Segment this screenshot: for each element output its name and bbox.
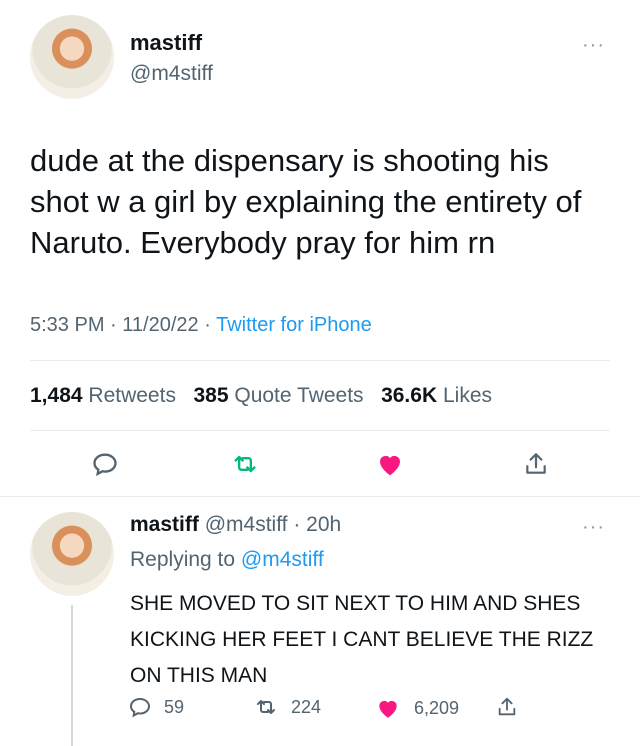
retweet-icon: [234, 455, 256, 473]
separator: ·: [110, 314, 117, 336]
likes-stat[interactable]: 36.6K Likes: [381, 384, 492, 407]
share-icon: [526, 453, 546, 474]
reply-reply-button[interactable]: 59: [128, 695, 184, 719]
divider: [30, 430, 610, 431]
like-count: 6,209: [414, 697, 460, 718]
tweet-text: dude at the dispensary is shooting his s…: [30, 143, 582, 260]
retweet-count: 224: [291, 696, 322, 717]
reply-more-options-icon[interactable]: ···: [582, 517, 605, 537]
more-options-icon[interactable]: ···: [582, 35, 605, 55]
quotes-stat[interactable]: 385 Quote Tweets: [193, 384, 363, 407]
share-icon: [498, 697, 516, 716]
reply-handle[interactable]: @m4stiff: [205, 513, 288, 536]
reply-thread-line: [71, 605, 73, 746]
tweet-date[interactable]: 11/20/22: [122, 314, 198, 336]
reply-button[interactable]: [85, 446, 125, 482]
heart-icon: [380, 455, 400, 476]
reply-icon: [129, 697, 151, 718]
replying-to-handle[interactable]: @m4stiff: [241, 548, 324, 571]
retweet-icon: [257, 700, 275, 714]
author-display-name[interactable]: mastiff: [130, 30, 202, 56]
reply-display-name[interactable]: mastiff: [130, 513, 199, 536]
engagement-stats: 1,484 Retweets 385 Quote Tweets 36.6K Li…: [30, 384, 492, 408]
share-button[interactable]: [516, 446, 556, 482]
retweet-button[interactable]: [225, 446, 265, 482]
reply-icon: [93, 453, 117, 477]
tweet-time[interactable]: 5:33 PM: [30, 314, 104, 336]
separator: ·: [204, 314, 211, 336]
retweets-stat[interactable]: 1,484 Retweets: [30, 384, 176, 407]
reply-count: 59: [164, 696, 185, 717]
author-handle[interactable]: @m4stiff: [130, 62, 213, 86]
divider: [0, 496, 640, 497]
replying-to-label: Replying to: [130, 548, 236, 571]
divider: [30, 360, 610, 361]
reply-author-avatar[interactable]: [30, 512, 114, 596]
tweet-source[interactable]: Twitter for iPhone: [216, 314, 372, 336]
author-avatar[interactable]: [30, 15, 114, 99]
reply-text: SHE MOVED TO SIT NEXT TO HIM AND SHES KI…: [130, 592, 594, 687]
reply-retweet-button[interactable]: 224: [253, 695, 321, 719]
separator: ·: [293, 513, 301, 536]
reply-age[interactable]: 20h: [306, 513, 341, 536]
replying-to: Replying to @m4stiff: [130, 548, 324, 572]
reply-like-button[interactable]: 6,209: [374, 695, 459, 721]
reply-share-button[interactable]: [496, 695, 518, 719]
reply-header: mastiff @m4stiff · 20h: [130, 513, 341, 537]
heart-icon: [379, 700, 397, 718]
tweet-timestamp: 5:33 PM · 11/20/22 · Twitter for iPhone: [30, 314, 372, 337]
like-button[interactable]: [370, 446, 410, 482]
